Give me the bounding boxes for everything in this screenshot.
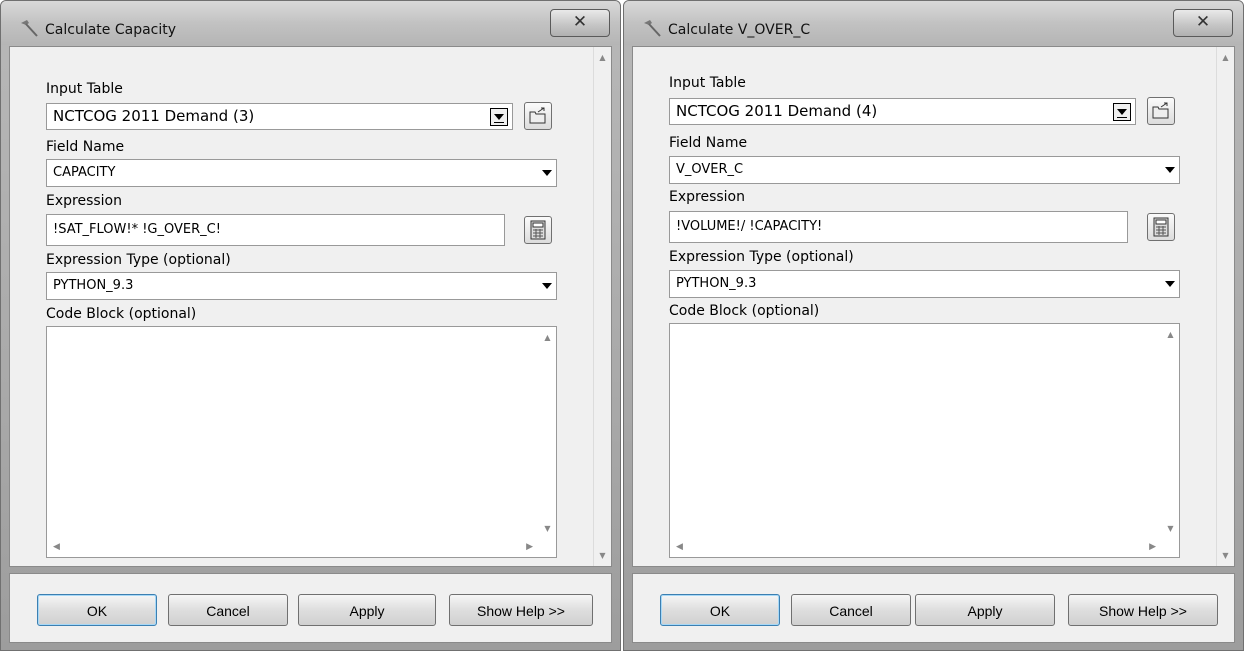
chevron-down-icon	[1165, 281, 1175, 287]
cancel-button[interactable]: Cancel	[168, 594, 288, 626]
button-bar: OK Cancel Apply Show Help >>	[9, 573, 612, 643]
scroll-down-icon[interactable]: ▼	[1217, 551, 1234, 560]
expression-builder-button[interactable]	[524, 216, 552, 244]
title-bar[interactable]: Calculate Capacity ✕	[1, 1, 620, 45]
calculate-capacity-dialog: Calculate Capacity ✕ Input Table NCTCOG …	[0, 0, 621, 651]
close-button[interactable]: ✕	[550, 9, 610, 37]
scroll-down-icon[interactable]: ▼	[1162, 524, 1179, 533]
scroll-up-icon[interactable]: ▲	[1217, 53, 1234, 62]
open-folder-icon	[1152, 102, 1169, 119]
show-help-button[interactable]: Show Help >>	[449, 594, 593, 626]
code-block-textarea[interactable]: ▲ ▼ ◀ ▶	[669, 323, 1180, 558]
input-table-label: Input Table	[46, 81, 123, 97]
input-table-combobox[interactable]: NCTCOG 2011 Demand (3)	[46, 103, 513, 130]
scroll-left-icon[interactable]: ◀	[676, 542, 683, 552]
hammer-icon	[644, 20, 661, 37]
chevron-down-icon	[1165, 167, 1175, 173]
vertical-scrollbar[interactable]: ▲ ▼	[539, 327, 556, 539]
expression-type-combobox[interactable]: PYTHON_9.3	[46, 272, 557, 300]
input-table-dropdown-button[interactable]	[1113, 103, 1131, 121]
expression-builder-button[interactable]	[1147, 213, 1175, 241]
scroll-up-icon[interactable]: ▲	[594, 53, 611, 62]
code-block-label: Code Block (optional)	[669, 303, 820, 319]
close-icon: ✕	[1195, 12, 1211, 32]
input-table-label: Input Table	[669, 75, 746, 91]
scroll-down-icon[interactable]: ▼	[539, 524, 556, 533]
dialog-title: Calculate V_OVER_C	[668, 22, 811, 38]
button-bar: OK Cancel Apply Show Help >>	[632, 573, 1235, 643]
panel-scrollbar[interactable]: ▲ ▼	[1216, 47, 1234, 566]
input-table-combobox[interactable]: NCTCOG 2011 Demand (4)	[669, 98, 1136, 125]
expression-input[interactable]: !SAT_FLOW!* !G_OVER_C!	[46, 214, 505, 246]
chevron-down-icon	[542, 170, 552, 176]
calculator-icon	[530, 220, 546, 240]
input-table-value: NCTCOG 2011 Demand (4)	[676, 102, 878, 120]
panel-scrollbar[interactable]: ▲ ▼	[593, 47, 611, 566]
cancel-button[interactable]: Cancel	[791, 594, 911, 626]
chevron-down-icon	[1117, 109, 1127, 115]
expression-input[interactable]: !VOLUME!/ !CAPACITY!	[669, 211, 1128, 243]
expression-type-value: PYTHON_9.3	[676, 276, 757, 291]
chevron-down-icon	[542, 283, 552, 289]
code-block-textarea[interactable]: ▲ ▼ ◀ ▶	[46, 326, 557, 558]
expression-label: Expression	[46, 193, 122, 209]
expression-label: Expression	[669, 189, 745, 205]
expression-type-label: Expression Type (optional)	[669, 249, 854, 265]
parameters-panel: Input Table NCTCOG 2011 Demand (3) Field…	[9, 46, 612, 567]
show-help-button[interactable]: Show Help >>	[1068, 594, 1218, 626]
scroll-up-icon[interactable]: ▲	[539, 333, 556, 342]
input-table-dropdown-button[interactable]	[490, 108, 508, 126]
field-name-combobox[interactable]: CAPACITY	[46, 159, 557, 187]
calculator-icon	[1153, 217, 1169, 237]
browse-button[interactable]	[1147, 97, 1175, 125]
scroll-up-icon[interactable]: ▲	[1162, 330, 1179, 339]
open-folder-icon	[529, 107, 546, 124]
dialog-title: Calculate Capacity	[45, 22, 177, 38]
scroll-left-icon[interactable]: ◀	[53, 542, 60, 552]
field-name-combobox[interactable]: V_OVER_C	[669, 156, 1180, 184]
parameters-panel: Input Table NCTCOG 2011 Demand (4) Field…	[632, 46, 1235, 567]
browse-button[interactable]	[524, 102, 552, 130]
horizontal-scrollbar[interactable]: ◀ ▶	[47, 539, 539, 557]
vertical-scrollbar[interactable]: ▲ ▼	[1162, 324, 1179, 539]
hammer-icon	[21, 20, 38, 37]
expression-value: !SAT_FLOW!* !G_OVER_C!	[53, 222, 221, 237]
field-name-label: Field Name	[669, 135, 748, 151]
field-name-value: CAPACITY	[53, 165, 116, 180]
close-button[interactable]: ✕	[1173, 9, 1233, 37]
ok-button[interactable]: OK	[660, 594, 780, 626]
title-bar[interactable]: Calculate V_OVER_C ✕	[624, 1, 1243, 45]
input-table-value: NCTCOG 2011 Demand (3)	[53, 107, 255, 125]
horizontal-scrollbar[interactable]: ◀ ▶	[670, 539, 1162, 557]
field-name-value: V_OVER_C	[676, 162, 744, 177]
scroll-right-icon[interactable]: ▶	[526, 542, 533, 552]
close-icon: ✕	[572, 12, 588, 32]
expression-type-combobox[interactable]: PYTHON_9.3	[669, 270, 1180, 298]
expression-type-value: PYTHON_9.3	[53, 278, 134, 293]
scroll-right-icon[interactable]: ▶	[1149, 542, 1156, 552]
code-block-label: Code Block (optional)	[46, 306, 197, 322]
apply-button[interactable]: Apply	[298, 594, 436, 626]
scroll-down-icon[interactable]: ▼	[594, 551, 611, 560]
calculate-v-over-c-dialog: Calculate V_OVER_C ✕ Input Table NCTCOG …	[623, 0, 1244, 651]
apply-button[interactable]: Apply	[915, 594, 1055, 626]
expression-type-label: Expression Type (optional)	[46, 252, 231, 268]
chevron-down-icon	[494, 114, 504, 120]
ok-button[interactable]: OK	[37, 594, 157, 626]
expression-value: !VOLUME!/ !CAPACITY!	[676, 219, 823, 234]
field-name-label: Field Name	[46, 139, 125, 155]
